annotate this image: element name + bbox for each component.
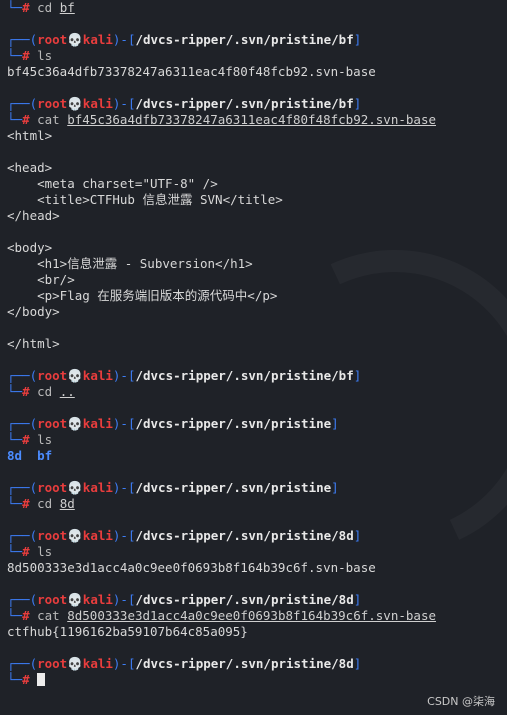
prompt-line: ┌──(root💀kali)-[/dvcs-ripper/.svn/pristi…: [7, 528, 362, 543]
skull-icon: 💀: [67, 368, 83, 383]
file-line: </html>: [7, 336, 60, 351]
prompt-line: ┌──(root💀kali)-[/dvcs-ripper/.svn/pristi…: [7, 592, 362, 607]
file-line: <br/>: [7, 272, 75, 287]
dir-entry: bf: [37, 448, 53, 463]
command-line: └─# cd ..: [7, 384, 75, 399]
command-line[interactable]: └─#: [7, 672, 507, 688]
command-line: └─# cat 8d500333e3d1acc4a0c9ee0f0693b8f1…: [7, 608, 436, 623]
command-output: 8d500333e3d1acc4a0c9ee0f0693b8f164b39c6f…: [7, 560, 376, 575]
skull-icon: 💀: [67, 96, 83, 111]
prompt-line: ┌──(root💀kali)-[/dvcs-ripper/.svn/pristi…: [7, 416, 339, 431]
skull-icon: 💀: [67, 416, 83, 431]
ls-output: 8d bf: [7, 448, 507, 464]
file-line: <meta charset="UTF-8" />: [7, 176, 218, 191]
skull-icon: 💀: [67, 480, 83, 495]
file-line: <p>Flag 在服务端旧版本的源代码中</p>: [7, 288, 278, 303]
dir-entry: 8d: [7, 448, 23, 463]
file-line: <head>: [7, 160, 53, 175]
command-line: └─# ls: [7, 48, 53, 63]
file-line: [7, 320, 507, 336]
file-line: <title>CTFHub 信息泄露 SVN</title>: [7, 192, 283, 207]
skull-icon: 💀: [67, 528, 83, 543]
prompt-line: ┌──(root💀kali)-[/dvcs-ripper/.svn/pristi…: [7, 656, 362, 671]
command-line: └─# cd bf: [7, 0, 75, 15]
prompt-line: ┌──(root💀kali)-[/dvcs-ripper/.svn/pristi…: [7, 368, 362, 383]
file-line: <body>: [7, 240, 53, 255]
command-line: └─# ls: [7, 544, 53, 559]
flag-output: ctfhub{1196162ba59107b64c85a095}: [7, 624, 248, 639]
terminal[interactable]: └─# cd bf ┌──(root💀kali)-[/dvcs-ripper/.…: [0, 0, 507, 688]
skull-icon: 💀: [67, 592, 83, 607]
file-line: <html>: [7, 128, 53, 143]
prompt-line: ┌──(root💀kali)-[/dvcs-ripper/.svn/pristi…: [7, 32, 362, 47]
file-line: <h1>信息泄露 - Subversion</h1>: [7, 256, 253, 271]
skull-icon: 💀: [67, 32, 83, 47]
file-line: [7, 224, 507, 240]
command-line: └─# cat bf45c36a4dfb73378247a6311eac4f80…: [7, 112, 436, 127]
csdn-watermark: CSDN @柒海: [427, 695, 495, 708]
text-cursor: [37, 673, 46, 686]
prompt-line: ┌──(root💀kali)-[/dvcs-ripper/.svn/pristi…: [7, 96, 362, 111]
prompt-line: ┌──(root💀kali)-[/dvcs-ripper/.svn/pristi…: [7, 480, 339, 495]
file-line: </head>: [7, 208, 60, 223]
command-output: bf45c36a4dfb73378247a6311eac4f80f48fcb92…: [7, 64, 376, 79]
file-line: [7, 144, 507, 160]
file-line: </body>: [7, 304, 60, 319]
skull-icon: 💀: [67, 656, 83, 671]
command-line: └─# ls: [7, 432, 53, 447]
command-line: └─# cd 8d: [7, 496, 75, 511]
